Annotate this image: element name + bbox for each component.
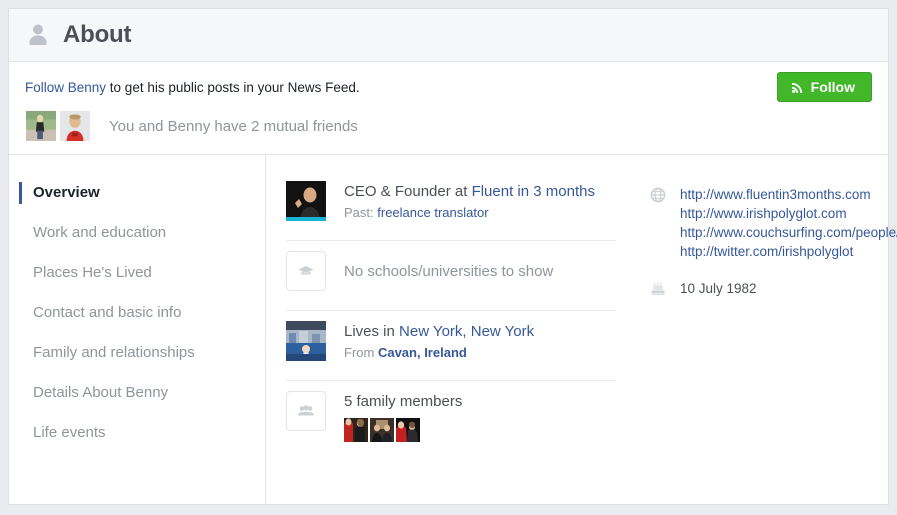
sidebar-item-label: Details About Benny [33, 384, 169, 401]
sidebar-item-label: Family and relationships [33, 344, 195, 361]
family-thumbnails[interactable] [344, 418, 616, 442]
sidebar-item-contact-and-basic-info[interactable]: Contact and basic info [9, 293, 265, 333]
family-icon-container [286, 391, 326, 431]
education-empty-text: No schools/universities to show [344, 263, 554, 280]
sidebar-item-overview[interactable]: Overview [9, 173, 265, 213]
education-body: No schools/universities to show [344, 251, 616, 292]
family-title: 5 family members [344, 393, 463, 410]
about-content: CEO & Founder at Fluent in 3 months Past… [266, 155, 897, 504]
sidebar-item-places-hes-lived[interactable]: Places He's Lived [9, 253, 265, 293]
website-link-4[interactable]: http://twitter.com/irishpolyglot [680, 244, 853, 259]
website-links: http://www.fluentin3months.com http://ww… [680, 185, 897, 261]
birthday-value: 10 July 1982 [680, 281, 757, 296]
sidebar-item-label: Life events [33, 424, 106, 441]
birthday-cake-icon [651, 281, 665, 295]
contact-column: http://www.fluentin3months.com http://ww… [636, 171, 897, 504]
sidebar-item-label: Places He's Lived [33, 264, 152, 281]
follow-benny-link[interactable]: Follow Benny [25, 80, 106, 95]
work-past-prefix: Past: [344, 205, 378, 220]
family-thumbnail-1[interactable] [344, 418, 368, 442]
family-thumbnail-2[interactable] [370, 418, 394, 442]
places-thumbnail[interactable] [286, 321, 326, 361]
follow-prompt: Follow Benny to get his public posts in … [25, 80, 872, 96]
mutual-friends-text: You and Benny have 2 mutual friends [109, 117, 358, 135]
rss-icon [791, 82, 802, 93]
work-employer-link[interactable]: Fluent in 3 months [472, 183, 595, 200]
people-group-icon [298, 405, 314, 416]
about-header: About [9, 9, 888, 62]
sidebar-item-life-events[interactable]: Life events [9, 413, 265, 453]
about-body: Overview Work and education Places He's … [9, 155, 897, 504]
places-title: Lives in New York, New York [344, 322, 616, 342]
work-thumbnail[interactable] [286, 181, 326, 221]
work-subtitle: Past: freelance translator [344, 204, 616, 222]
sidebar-item-label: Overview [33, 184, 100, 201]
family-block: 5 family members [286, 381, 616, 460]
mutual-friends-row: You and Benny have 2 mutual friends [25, 110, 872, 142]
website-link-2[interactable]: http://www.irishpolyglot.com [680, 206, 847, 221]
work-body: CEO & Founder at Fluent in 3 months Past… [344, 181, 616, 222]
places-subtitle: From Cavan, Ireland [344, 344, 616, 362]
sidebar-item-label: Work and education [33, 224, 167, 241]
graduation-cap-icon [298, 266, 314, 275]
website-link-1[interactable]: http://www.fluentin3months.com [680, 187, 871, 202]
page-title: About [63, 21, 132, 48]
family-body: 5 family members [344, 391, 616, 442]
sidebar-item-label: Contact and basic info [33, 304, 182, 321]
globe-icon [650, 187, 666, 203]
mutual-friend-thumbnail-2[interactable] [59, 110, 91, 142]
mutual-friend-thumbnail-1[interactable] [25, 110, 57, 142]
sidebar-item-work-and-education[interactable]: Work and education [9, 213, 265, 253]
about-sidebar: Overview Work and education Places He's … [9, 155, 266, 504]
education-icon-container [286, 251, 326, 291]
overview-column: CEO & Founder at Fluent in 3 months Past… [266, 171, 636, 504]
website-link-3[interactable]: http://www.couchsurfing.com/people/irish… [680, 225, 897, 240]
follow-button[interactable]: Follow [776, 72, 872, 102]
person-silhouette-icon [29, 24, 47, 45]
work-title-prefix: CEO & Founder at [344, 183, 472, 200]
websites-row: http://www.fluentin3months.com http://ww… [650, 185, 897, 261]
work-past-link[interactable]: freelance translator [377, 205, 488, 220]
birthday-row: 10 July 1982 [650, 279, 874, 298]
places-block: Lives in New York, New York From Cavan, … [286, 311, 616, 381]
follow-prompt-rest: to get his public posts in your News Fee… [106, 80, 360, 95]
places-body: Lives in New York, New York From Cavan, … [344, 321, 616, 362]
hometown-link[interactable]: Cavan, Ireland [378, 345, 467, 360]
work-block: CEO & Founder at Fluent in 3 months Past… [286, 171, 616, 241]
education-block: No schools/universities to show [286, 241, 616, 311]
current-city-link[interactable]: New York, New York [399, 323, 534, 340]
mutual-friends-thumbnails[interactable] [25, 110, 91, 142]
follow-strip: Follow Benny to get his public posts in … [9, 62, 888, 155]
places-title-prefix: Lives in [344, 323, 400, 340]
places-from-prefix: From [344, 345, 378, 360]
work-title: CEO & Founder at Fluent in 3 months [344, 182, 616, 202]
sidebar-item-details-about-benny[interactable]: Details About Benny [9, 373, 265, 413]
sidebar-item-family-and-relationships[interactable]: Family and relationships [9, 333, 265, 373]
follow-button-label: Follow [810, 79, 855, 95]
about-card: About Follow Benny to get his public pos… [8, 8, 897, 505]
family-thumbnail-3[interactable] [396, 418, 420, 442]
